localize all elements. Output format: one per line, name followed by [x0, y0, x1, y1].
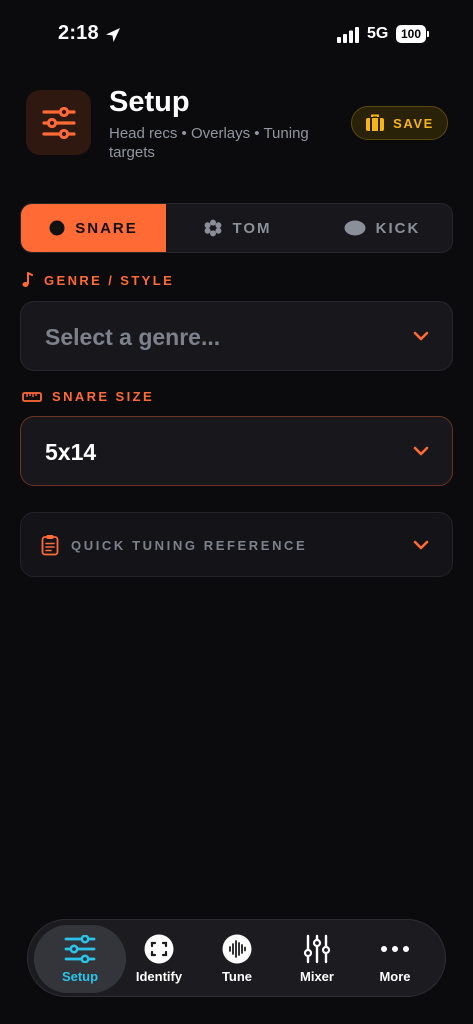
oval-icon	[344, 220, 366, 236]
segment-kick[interactable]: KICK	[310, 204, 452, 252]
snare-size-dropdown[interactable]: 5x14	[20, 416, 453, 486]
tab-bar: Setup Identify Tune Mixer More	[27, 919, 446, 997]
filled-circle-icon	[49, 220, 65, 236]
drum-type-selector: SNARE TOM KICK	[20, 203, 453, 253]
segment-snare[interactable]: SNARE	[21, 204, 166, 252]
status-bar: 2:18 5G 100	[0, 22, 473, 50]
quick-ref-label: QUICK TUNING REFERENCE	[71, 538, 308, 553]
chevron-down-icon	[413, 540, 429, 550]
sliders-icon	[64, 935, 96, 963]
page-title: Setup	[109, 86, 190, 118]
network-type: 5G	[367, 25, 389, 42]
tab-identify[interactable]: Identify	[124, 920, 194, 998]
chevron-down-icon	[413, 446, 429, 456]
scan-icon	[144, 934, 174, 964]
tab-label: Tune	[221, 969, 253, 984]
genre-section-label: GENRE / STYLE	[22, 272, 174, 288]
tab-label: Setup	[61, 969, 99, 984]
flower-icon	[205, 219, 222, 237]
battery-indicator: 100	[396, 25, 430, 43]
save-button[interactable]: SAVE	[351, 106, 448, 140]
more-icon	[381, 946, 409, 952]
chevron-down-icon	[413, 331, 429, 341]
genre-placeholder: Select a genre...	[45, 324, 221, 350]
tab-label: Mixer	[300, 969, 334, 984]
battery-level: 100	[396, 25, 426, 43]
genre-label: GENRE / STYLE	[44, 272, 175, 288]
clipboard-icon	[41, 535, 59, 556]
genre-dropdown[interactable]: Select a genre...	[20, 301, 453, 371]
ruler-icon	[22, 391, 42, 402]
page-subtitle: Head recs • Overlays • Tuning targets	[109, 125, 309, 161]
status-time: 2:18	[58, 22, 99, 44]
signal-icon	[337, 27, 359, 43]
location-arrow-icon	[106, 28, 120, 42]
briefcase-icon	[366, 114, 385, 131]
music-note-icon	[22, 272, 33, 287]
tab-mixer[interactable]: Mixer	[284, 920, 350, 998]
tab-label: Identify	[135, 969, 183, 984]
segment-label: SNARE	[75, 219, 138, 237]
segment-label: KICK	[375, 219, 421, 237]
size-label: SNARE SIZE	[52, 389, 155, 404]
size-section-label: SNARE SIZE	[22, 389, 154, 404]
quick-tuning-reference[interactable]: QUICK TUNING REFERENCE	[20, 512, 453, 577]
tab-tune[interactable]: Tune	[204, 920, 270, 998]
segment-label: TOM	[232, 219, 272, 237]
setup-app-icon	[26, 90, 91, 155]
tab-label: More	[379, 969, 411, 984]
sliders-icon	[41, 106, 76, 139]
waveform-icon	[222, 934, 252, 964]
snare-size-value: 5x14	[45, 439, 97, 465]
save-label: SAVE	[393, 115, 434, 131]
tab-more[interactable]: More	[362, 920, 428, 998]
mixer-icon	[303, 934, 331, 964]
segment-tom[interactable]: TOM	[166, 204, 310, 252]
tab-setup[interactable]: Setup	[34, 925, 126, 993]
